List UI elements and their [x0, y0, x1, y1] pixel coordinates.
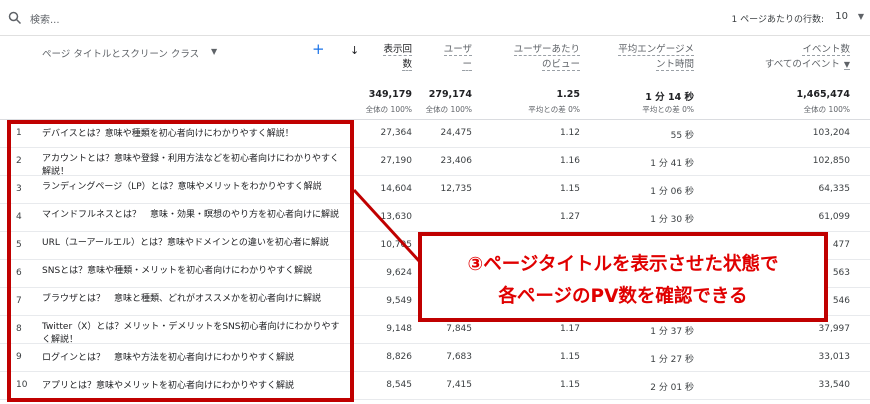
callout-line-2: 各ページのPV数を確認できる [498, 286, 748, 307]
search-bar[interactable]: 検索... 1 ページあたりの行数: 10 ▼ [0, 0, 870, 36]
vpu-header-line1: ユーザーあたり [513, 44, 580, 56]
views-per-user-cell: 1.15 [559, 380, 580, 390]
users-cell: 12,735 [440, 184, 473, 194]
vpu-header-line2: のビュー [541, 59, 580, 71]
views-per-user-cell: 1.15 [559, 184, 580, 194]
annotation-callout: ③ページタイトルを表示させた状態で 各ページのPV数を確認できる [418, 232, 828, 322]
dimension-column-header[interactable]: ページ タイトルとスクリーン クラス [42, 46, 199, 60]
total-events: 1,465,474 [796, 89, 851, 100]
users-header-line2: ー [462, 59, 472, 71]
views-per-user-cell: 1.15 [559, 352, 580, 362]
highlight-box [7, 120, 354, 402]
total-vpu-sub: 平均との差 0% [528, 105, 580, 114]
event-count-column-header[interactable]: イベント数 すべてのイベント ▼ [740, 42, 850, 72]
total-users-sub: 全体の 100% [425, 105, 472, 114]
users-cell: 7,683 [446, 352, 472, 362]
total-eng-sub: 平均との差 0% [642, 105, 694, 114]
total-events-sub: 全体の 100% [803, 105, 850, 114]
engagement-time-cell: 1 分 06 秒 [650, 187, 694, 197]
event-count-cell: 33,013 [818, 352, 851, 362]
views-per-user-cell: 1.16 [559, 156, 580, 166]
engagement-time-cell: 1 分 27 秒 [650, 355, 694, 365]
users-cell: 7,845 [446, 324, 472, 334]
chevron-down-icon[interactable]: ▼ [858, 12, 864, 21]
users-cell: 23,406 [440, 156, 473, 166]
event-filter-dropdown-icon[interactable]: ▼ [843, 60, 850, 70]
engagement-time-cell: 1 分 37 秒 [650, 327, 694, 337]
dimension-dropdown-icon[interactable]: ▼ [211, 47, 217, 56]
engagement-time-cell: 1 分 30 秒 [650, 215, 694, 225]
engagement-time-cell: 2 分 01 秒 [650, 383, 694, 393]
users-header-line1: ユーザ [443, 44, 472, 56]
eng-header-line2: ント時間 [655, 59, 694, 71]
views-per-user-cell: 1.12 [559, 128, 580, 138]
event-count-cell: 103,204 [812, 128, 850, 138]
table-header: ページ タイトルとスクリーン クラス ▼ + ↓ 表示回 数 ユーザ ー ユーザ… [0, 36, 870, 82]
totals-row: 349,179 全体の 100% 279,174 全体の 100% 1.25 平… [0, 82, 870, 120]
total-views-per-user: 1.25 [556, 89, 580, 100]
total-users: 279,174 [428, 89, 472, 100]
views-per-user-cell: 1.27 [559, 212, 580, 222]
callout-line-1: ③ページタイトルを表示させた状態で [467, 254, 779, 275]
event-count-cell: 102,850 [812, 156, 850, 166]
event-count-cell: 37,997 [818, 324, 851, 334]
rows-per-page-label: 1 ページあたりの行数: [731, 15, 824, 25]
users-cell: 24,475 [440, 128, 473, 138]
total-engagement-time: 1 分 14 秒 [645, 92, 694, 103]
views-per-user-column-header[interactable]: ユーザーあたり のビュー [480, 42, 580, 72]
rows-per-page-select[interactable]: 10 [835, 11, 848, 22]
events-header-line2: すべてのイベント [764, 59, 840, 70]
search-icon [8, 11, 22, 25]
event-count-cell: 64,335 [818, 184, 851, 194]
engagement-time-column-header[interactable]: 平均エンゲージメ ント時間 [584, 42, 694, 72]
eng-header-line1: 平均エンゲージメ [618, 44, 694, 56]
add-dimension-icon[interactable]: + [312, 42, 325, 57]
event-count-cell: 33,540 [818, 380, 851, 390]
users-cell: 7,415 [446, 380, 472, 390]
views-per-user-cell: 1.17 [559, 324, 580, 334]
event-count-cell: 61,099 [818, 212, 851, 222]
events-header-line1: イベント数 [802, 44, 850, 56]
users-column-header[interactable]: ユーザ ー [402, 42, 472, 72]
engagement-time-cell: 55 秒 [670, 131, 694, 141]
search-input[interactable]: 検索... [30, 11, 60, 26]
engagement-time-cell: 1 分 41 秒 [650, 159, 694, 169]
